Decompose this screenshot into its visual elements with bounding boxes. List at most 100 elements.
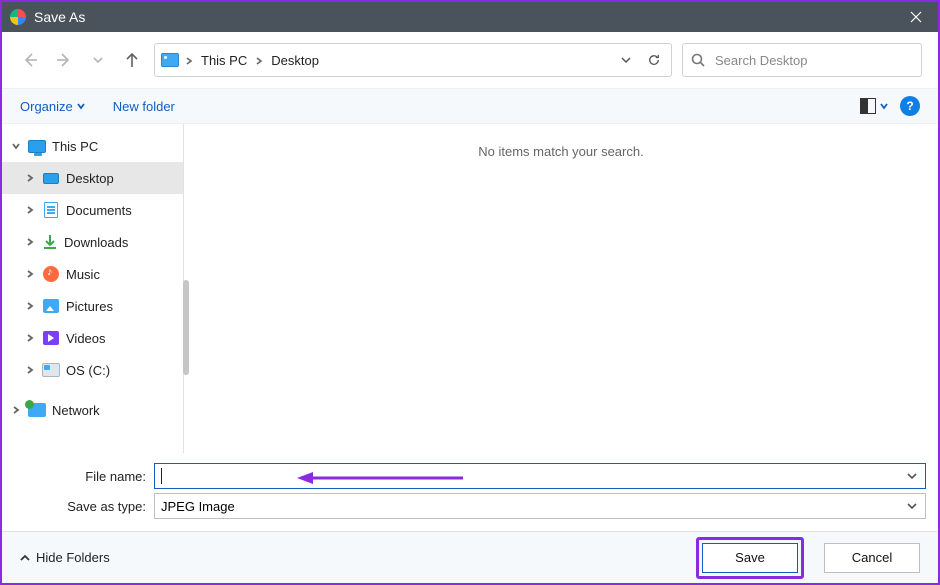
breadcrumb-separator [255,53,263,68]
refresh-icon [648,54,660,66]
save-label: Save [735,550,765,565]
tree-item-desktop[interactable]: Desktop [2,162,183,194]
chevron-right-icon [26,238,34,246]
tree-label: Downloads [64,235,128,250]
chevron-up-icon [20,553,30,563]
hide-folders-toggle[interactable]: Hide Folders [20,550,110,565]
back-button[interactable] [18,48,42,72]
breadcrumb-desktop[interactable]: Desktop [269,53,321,68]
network-icon [28,403,46,417]
organize-menu[interactable]: Organize [20,99,85,114]
close-button[interactable] [893,2,938,32]
music-icon [43,266,59,282]
chevron-right-icon [26,302,34,310]
expand-toggle[interactable] [10,406,22,414]
savetype-value: JPEG Image [161,499,235,514]
arrow-left-icon [22,52,38,68]
breadcrumb-separator [185,53,193,68]
address-dropdown[interactable] [615,54,637,66]
view-mode-button[interactable] [860,98,888,114]
search-box[interactable] [682,43,922,77]
tree-label: Desktop [66,171,114,186]
help-icon: ? [906,99,913,113]
tree-item-videos[interactable]: Videos [2,322,183,354]
savetype-label: Save as type: [14,499,154,514]
address-bar[interactable]: This PC Desktop [154,43,672,77]
empty-message: No items match your search. [184,144,938,159]
chevron-down-icon [620,54,632,66]
tree-label: OS (C:) [66,363,110,378]
expand-toggle[interactable] [24,238,36,246]
annotation-save-highlight: Save [696,537,804,579]
recent-locations-button[interactable] [86,48,110,72]
cancel-label: Cancel [852,550,892,565]
app-icon [10,9,26,25]
chevron-right-icon [12,406,20,414]
hide-folders-label: Hide Folders [36,550,110,565]
new-folder-button[interactable]: New folder [113,99,175,114]
expand-toggle[interactable] [24,366,36,374]
arrow-right-icon [56,52,72,68]
main-area: This PC Desktop Documents Downloads Mus [2,124,938,453]
tree-label: Pictures [66,299,113,314]
expand-toggle[interactable] [24,302,36,310]
help-button[interactable]: ? [900,96,920,116]
toolbar: Organize New folder ? [2,88,938,124]
chevron-right-icon [26,206,34,214]
new-folder-label: New folder [113,99,175,114]
filename-input[interactable] [154,463,926,489]
dialog-footer: Hide Folders Save Cancel [2,531,938,583]
file-list-area[interactable]: No items match your search. [184,124,938,453]
chevron-right-icon [26,334,34,342]
tree-label: Videos [66,331,106,346]
monitor-icon [43,173,59,184]
expand-toggle[interactable] [24,206,36,214]
chevron-right-icon [26,270,34,278]
tree-item-os-drive[interactable]: OS (C:) [2,354,183,386]
expand-toggle[interactable] [24,174,36,182]
expand-toggle[interactable] [24,334,36,342]
caret-down-icon [77,102,85,110]
save-button[interactable]: Save [702,543,798,573]
breadcrumb-this-pc[interactable]: This PC [199,53,249,68]
save-as-window: Save As This PC Desktop [0,0,940,585]
pictures-icon [43,299,59,313]
expand-toggle[interactable] [24,270,36,278]
chevron-down-icon [93,55,103,65]
up-button[interactable] [120,48,144,72]
chevron-right-icon [26,366,34,374]
drive-icon [42,363,60,377]
tree-item-downloads[interactable]: Downloads [2,226,183,258]
chevron-right-icon [185,57,193,65]
titlebar: Save As [2,2,938,32]
filename-history-dropdown[interactable] [907,469,917,484]
view-mode-icon [860,98,876,114]
tree-label: This PC [52,139,98,154]
close-icon [910,11,922,23]
window-title: Save As [34,9,85,25]
cancel-button[interactable]: Cancel [824,543,920,573]
text-caret [161,468,162,484]
tree-item-music[interactable]: Music [2,258,183,290]
tree-this-pc[interactable]: This PC [2,130,183,162]
folder-tree: This PC Desktop Documents Downloads Mus [2,124,184,453]
tree-label: Network [52,403,100,418]
annotation-arrow [295,471,465,485]
tree-network[interactable]: Network [2,394,183,426]
savetype-dropdown-toggle[interactable] [907,499,917,514]
tree-item-pictures[interactable]: Pictures [2,290,183,322]
document-icon [44,202,58,218]
monitor-icon [28,140,46,153]
arrow-up-icon [124,52,140,68]
chevron-down-icon [907,471,917,481]
chevron-down-icon [907,501,917,511]
file-form: File name: Save as type: JPEG Image [2,453,938,531]
forward-button[interactable] [52,48,76,72]
expand-toggle[interactable] [10,142,22,150]
tree-item-documents[interactable]: Documents [2,194,183,226]
search-icon [691,53,705,67]
navigation-row: This PC Desktop [2,32,938,88]
savetype-select[interactable]: JPEG Image [154,493,926,519]
refresh-button[interactable] [643,54,665,66]
search-input[interactable] [713,52,913,69]
